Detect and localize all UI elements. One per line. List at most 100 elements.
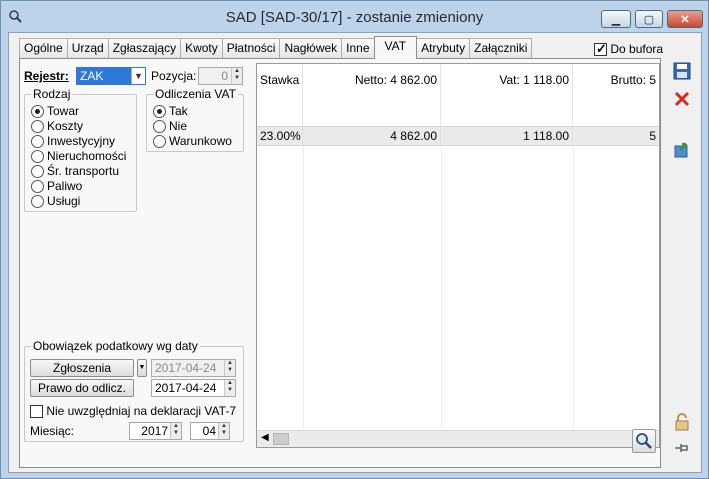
pin-icon[interactable] (671, 437, 693, 459)
grid-divider (303, 146, 304, 429)
odliczenia-option-tak[interactable]: Tak (153, 104, 188, 119)
radio-nie[interactable] (153, 120, 166, 134)
nie-uwzgledniaj-label: Nie uwzględniaj na deklaracji VAT-7 (46, 404, 236, 418)
client-area: Ogólne Urząd Zgłaszający Kwoty Płatności… (8, 32, 702, 473)
tab-ogolne[interactable]: Ogólne (19, 38, 68, 58)
maximize-button[interactable]: ▢ (635, 10, 663, 28)
do-bufora-checkbox[interactable]: Do bufora (594, 41, 664, 57)
miesiac-value: 04 (202, 424, 216, 438)
radio-label-nie: Nie (169, 119, 188, 133)
rodzaj-group: Rodzaj Towar Koszty Inwestycyjny Nieruch… (24, 87, 137, 212)
export-icon[interactable] (671, 138, 693, 160)
minimize-button[interactable]: ▁ (601, 10, 631, 28)
do-bufora-check[interactable] (594, 41, 607, 57)
rodzaj-option-towar[interactable]: Towar (31, 104, 79, 119)
tab-zalaczniki[interactable]: Załączniki (469, 38, 533, 58)
vat-grid[interactable]: Stawka Netto: 4 862.00 Vat: 1 118.00 Bru… (256, 63, 660, 448)
rejestr-select[interactable]: ZAK ▼ (76, 67, 146, 85)
tab-inne[interactable]: Inne (341, 38, 375, 58)
radio-label-paliwo: Paliwo (47, 179, 83, 193)
obowiazek-group: Obowiązek podatkowy wg daty Zgłoszenia ▼… (24, 339, 244, 442)
unlock-icon[interactable] (671, 411, 693, 433)
table-row[interactable]: 23.00% 4 862.00 1 118.00 5 (257, 127, 659, 146)
odliczenia-option-warunkowo[interactable]: Warunkowo (153, 134, 232, 149)
rodzaj-option-paliwo[interactable]: Paliwo (31, 179, 82, 194)
header-brutto[interactable]: Brutto: 5 (573, 64, 659, 126)
grid-divider (573, 146, 574, 429)
odliczenia-option-nie[interactable]: Nie (153, 119, 187, 134)
tab-zglaszajacy[interactable]: Zgłaszający (107, 38, 182, 58)
scroll-thumb[interactable] (273, 433, 289, 445)
prawo-date-spinner[interactable]: ▲ ▼ (224, 380, 235, 396)
odliczenia-legend: Odliczenia VAT (153, 87, 238, 101)
radio-label-koszty: Koszty (47, 119, 84, 133)
tab-strip: Ogólne Urząd Zgłaszający Kwoty Płatności… (19, 36, 533, 59)
cancel-icon[interactable] (671, 88, 693, 110)
tab-kwoty[interactable]: Kwoty (180, 38, 223, 58)
radio-label-transport: Śr. transportu (47, 164, 120, 178)
tab-naglowek[interactable]: Nagłówek (279, 38, 343, 58)
zgloszenia-dropdown-icon[interactable]: ▼ (137, 359, 147, 377)
radio-tak[interactable] (153, 105, 166, 119)
radio-warunkowo[interactable] (153, 135, 166, 149)
radio-inwestycyjny[interactable] (31, 135, 44, 149)
radio-towar[interactable] (31, 105, 44, 119)
miesiac-spinner[interactable]: ▲ ▼ (218, 423, 229, 439)
miesiac-label: Miesiąc: (30, 424, 75, 438)
zgloszenia-date: 2017-04-24 (155, 361, 217, 375)
rok-input[interactable]: 2017 ▲ ▼ (129, 422, 182, 440)
rok-spinner[interactable]: ▲ ▼ (170, 423, 181, 439)
tab-vat[interactable]: VAT (373, 36, 418, 59)
radio-label-inwestycyjny: Inwestycyjny (47, 134, 116, 148)
header-stawka[interactable]: Stawka (257, 64, 303, 126)
rejestr-label: Rejestr: (24, 69, 69, 83)
pozycja-label: Pozycja: (151, 69, 197, 83)
radio-label-nieruchomosci: Nieruchomości (47, 149, 127, 163)
search-icon (636, 433, 652, 449)
tab-atrybuty[interactable]: Atrybuty (416, 38, 471, 58)
grid-divider (441, 146, 442, 429)
application-window: SAD [SAD-30/17] - zostanie zmieniony ▁ ▢… (0, 0, 709, 479)
cell-stawka: 23.00% (257, 127, 303, 145)
horizontal-scrollbar[interactable]: ◀ (257, 430, 659, 447)
rodzaj-option-transport[interactable]: Śr. transportu (31, 164, 119, 179)
tab-urzad[interactable]: Urząd (66, 38, 109, 58)
radio-label-uslugi: Usługi (47, 194, 81, 208)
header-netto[interactable]: Netto: 4 862.00 (303, 64, 441, 126)
prawo-button[interactable]: Prawo do odlicz. (30, 379, 134, 397)
rodzaj-option-koszty[interactable]: Koszty (31, 119, 83, 134)
search-button[interactable] (632, 429, 656, 453)
zgloszenia-date-spinner[interactable]: ▲ ▼ (224, 360, 235, 376)
rodzaj-option-uslugi[interactable]: Usługi (31, 194, 80, 209)
save-icon[interactable] (671, 60, 693, 82)
prawo-date-input[interactable]: 2017-04-24 ▲ ▼ (151, 379, 236, 397)
close-button[interactable]: ✕ (667, 10, 703, 28)
zgloszenia-date-input[interactable]: 2017-04-24 ▲ ▼ (151, 359, 236, 377)
nie-uwzgledniaj-check[interactable] (30, 405, 43, 419)
prawo-date: 2017-04-24 (155, 381, 217, 395)
radio-transport[interactable] (31, 165, 44, 179)
title-bar: SAD [SAD-30/17] - zostanie zmieniony ▁ ▢… (1, 1, 708, 31)
cell-brutto: 5 (649, 129, 656, 143)
scroll-left-icon[interactable]: ◀ (261, 432, 269, 443)
header-vat[interactable]: Vat: 1 118.00 (441, 64, 573, 126)
zgloszenia-button[interactable]: Zgłoszenia (30, 359, 134, 377)
tab-platnosci[interactable]: Płatności (221, 38, 281, 58)
radio-paliwo[interactable] (31, 180, 44, 194)
radio-nieruchomosci[interactable] (31, 150, 44, 164)
cell-netto: 4 862.00 (303, 127, 441, 145)
pozycja-spinner[interactable]: ▲ ▼ (231, 68, 242, 84)
pozycja-value: 0 (221, 69, 228, 83)
radio-uslugi[interactable] (31, 195, 44, 209)
rok-value: 2017 (141, 424, 168, 438)
rodzaj-option-inwestycyjny[interactable]: Inwestycyjny (31, 134, 115, 149)
miesiac-input[interactable]: 04 ▲ ▼ (190, 422, 230, 440)
radio-koszty[interactable] (31, 120, 44, 134)
chevron-down-icon[interactable]: ▼ (131, 68, 145, 84)
radio-label-warunkowo: Warunkowo (169, 134, 232, 148)
nie-uwzgledniaj-checkbox[interactable]: Nie uwzględniaj na deklaracji VAT-7 (30, 404, 236, 419)
do-bufora-label: Do bufora (610, 42, 664, 56)
pozycja-input[interactable]: 0 ▲ ▼ (198, 67, 243, 85)
rodzaj-option-nieruchomosci[interactable]: Nieruchomości (31, 149, 126, 164)
obowiazek-legend: Obowiązek podatkowy wg daty (31, 339, 200, 353)
